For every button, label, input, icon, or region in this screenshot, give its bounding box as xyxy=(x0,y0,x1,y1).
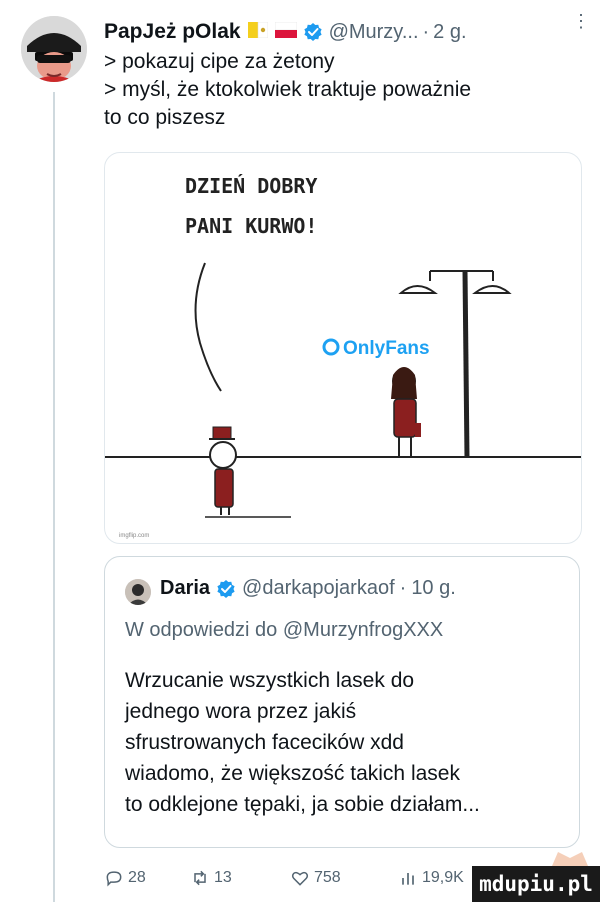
tweet-header: PapJeż pOlak @Murzy... · 2 g. xyxy=(104,14,586,50)
quote-line: Wrzucanie wszystkich lasek do xyxy=(125,669,415,692)
quote-reply-to[interactable]: W odpowiedzi do @MurzynfrogXXX xyxy=(125,619,443,642)
reply-count: 28 xyxy=(128,869,146,886)
views-count: 19,9K xyxy=(422,869,464,886)
author-name[interactable]: PapJeż pOlak xyxy=(104,20,241,44)
author-handle[interactable]: @Murzy... xyxy=(329,21,419,44)
quote-line: sfrustrowanych facecików xdd xyxy=(125,731,404,754)
thread-line xyxy=(53,92,55,902)
avatar-image xyxy=(21,16,87,82)
quote-author-avatar[interactable] xyxy=(125,579,151,605)
imgflip-source: imgflip.com xyxy=(119,533,149,539)
retweet-button[interactable]: 13 xyxy=(190,868,232,888)
reply-button[interactable]: 28 xyxy=(104,868,146,888)
poland-flag-icon xyxy=(274,21,297,43)
quote-separator: · xyxy=(399,577,407,599)
quoted-tweet[interactable]: Daria @darkapojarkaof · 10 g. W odpowied… xyxy=(104,556,580,848)
handwritten-greeting-line1: DZIEŃ DOBRY xyxy=(185,174,317,198)
meme-drawing: DZIEŃ DOBRY PANI KURWO! OnlyFans imgflip… xyxy=(105,174,581,539)
reply-icon xyxy=(106,871,122,887)
like-count: 758 xyxy=(314,869,341,886)
verified-badge-icon xyxy=(303,22,323,42)
handwritten-greeting-line2: PANI KURWO! xyxy=(185,214,317,238)
onlyfans-logo-text: OnlyFans xyxy=(343,338,430,359)
tweet-text: > pokazuj cipe za żetony > myśl, że ktok… xyxy=(104,48,574,132)
watermark-logo: mdupiu.pl xyxy=(472,866,600,902)
retweet-icon xyxy=(194,870,206,886)
quote-line: to odklejone tępaki, ja sobie działam... xyxy=(125,793,480,816)
quote-line: wiadomo, że większość takich lasek xyxy=(125,762,460,785)
quote-header: Daria @darkapojarkaof · 10 g. xyxy=(160,577,456,600)
tweet-line: to co piszesz xyxy=(104,106,226,129)
retweet-count: 13 xyxy=(214,869,232,886)
vatican-flag-icon xyxy=(247,21,268,43)
quote-time[interactable]: 10 g. xyxy=(411,577,455,600)
verified-badge-icon xyxy=(216,579,236,599)
quote-text: Wrzucanie wszystkich lasek do jednego wo… xyxy=(125,665,565,820)
tweet-time[interactable]: 2 g. xyxy=(433,21,466,44)
more-icon[interactable]: ⋮ xyxy=(572,12,590,30)
quote-line: jednego wora przez jakiś xyxy=(125,700,357,723)
author-avatar[interactable] xyxy=(21,16,87,82)
views-button[interactable]: 19,9K xyxy=(398,868,464,888)
heart-icon xyxy=(291,871,309,886)
header-separator: · xyxy=(422,20,430,43)
quote-author-handle[interactable]: @darkapojarkaof xyxy=(242,577,395,600)
like-button[interactable]: 758 xyxy=(290,868,341,888)
views-icon xyxy=(402,873,414,885)
watermark-hat-icon xyxy=(552,852,588,866)
quote-author-name[interactable]: Daria xyxy=(160,577,210,600)
tweet-line: > pokazuj cipe za żetony xyxy=(104,50,335,73)
meme-image[interactable]: DZIEŃ DOBRY PANI KURWO! OnlyFans imgflip… xyxy=(104,152,582,544)
tweet-line: > myśl, że ktokolwiek traktuje poważnie xyxy=(104,78,472,101)
